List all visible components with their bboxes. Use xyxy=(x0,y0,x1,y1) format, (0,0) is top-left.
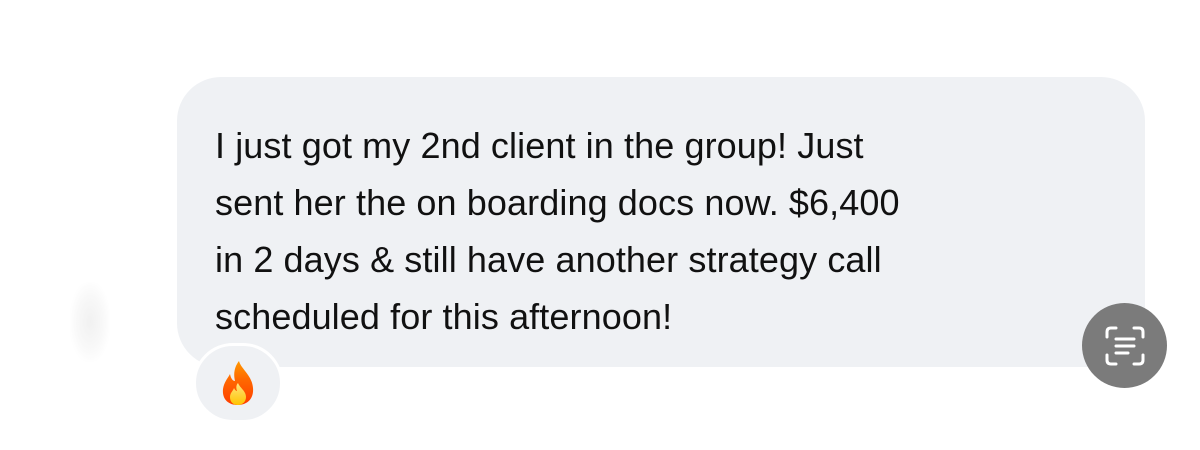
message-thread: I just got my 2nd client in the group! J… xyxy=(0,0,1200,450)
message-bubble[interactable]: I just got my 2nd client in the group! J… xyxy=(177,77,1145,367)
sender-avatar xyxy=(70,282,110,362)
fire-icon xyxy=(222,361,254,405)
reaction-badge[interactable] xyxy=(193,343,283,423)
message-line: in 2 days & still have another strategy … xyxy=(215,239,882,280)
message-line: scheduled for this afternoon! xyxy=(215,296,673,337)
message-line: sent her the on boarding docs now. $6,40… xyxy=(215,182,900,223)
message-text: I just got my 2nd client in the group! J… xyxy=(215,117,1105,345)
live-text-button[interactable] xyxy=(1082,303,1167,388)
message-line: I just got my 2nd client in the group! J… xyxy=(215,125,864,166)
live-text-scan-icon xyxy=(1105,326,1144,365)
